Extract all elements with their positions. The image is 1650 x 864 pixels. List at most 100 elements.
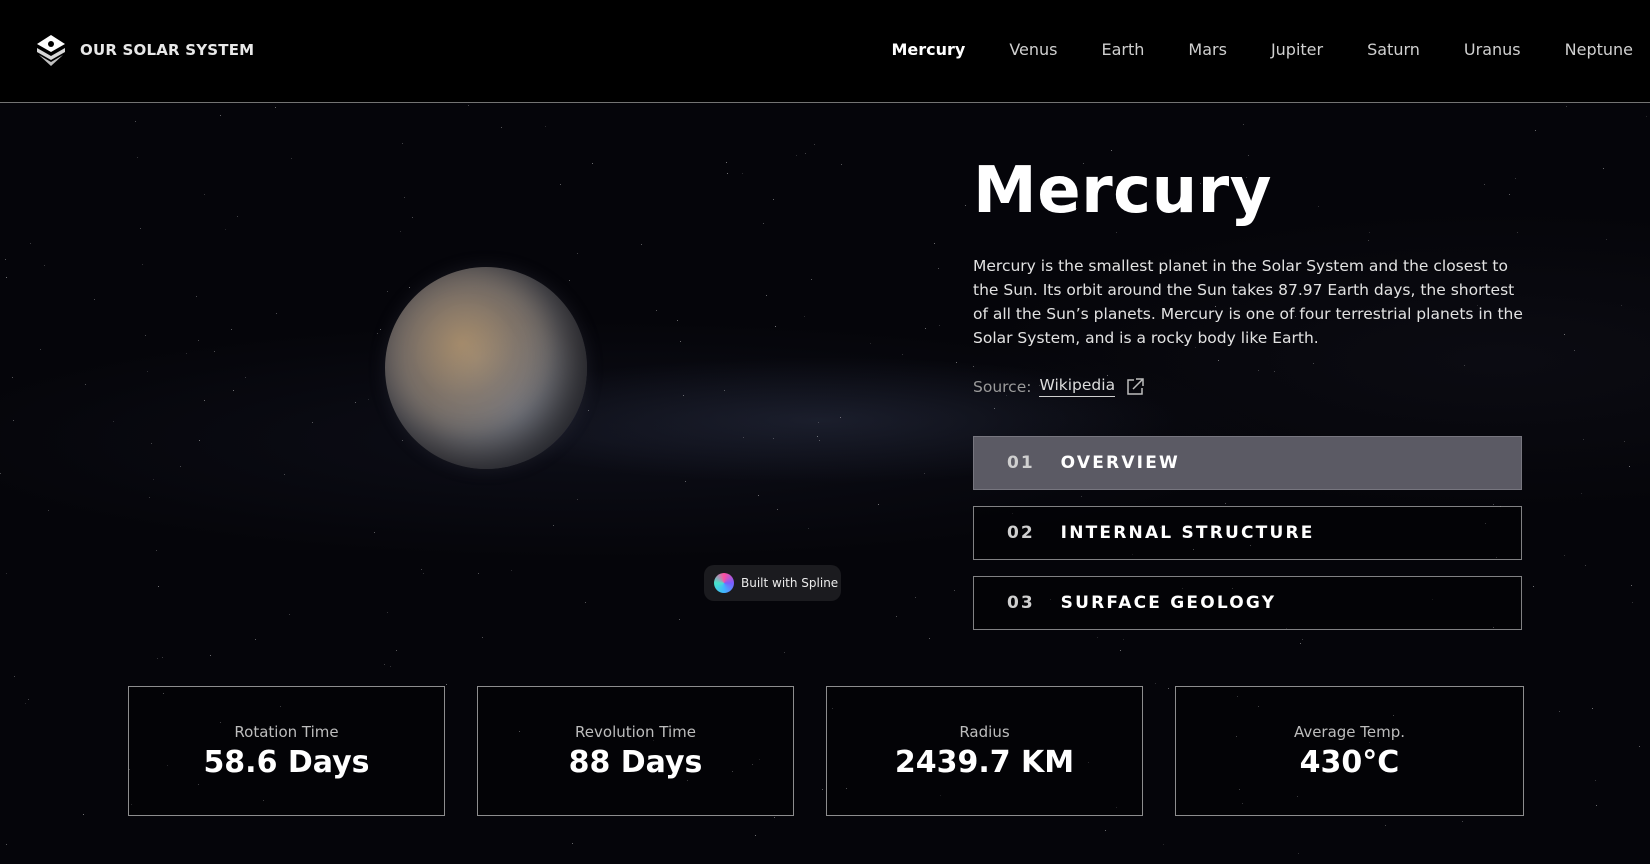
star xyxy=(6,572,8,574)
star xyxy=(404,197,406,199)
star xyxy=(1243,123,1245,125)
star xyxy=(477,572,479,574)
built-with-spline-badge[interactable]: Built with Spline xyxy=(704,565,841,601)
star xyxy=(742,436,744,438)
star xyxy=(150,442,152,444)
star xyxy=(576,498,578,500)
star xyxy=(82,814,84,816)
star xyxy=(379,328,381,330)
star xyxy=(203,193,205,195)
star xyxy=(113,421,115,423)
nav-item-neptune[interactable]: Neptune xyxy=(1565,40,1633,59)
star xyxy=(933,243,935,245)
logo[interactable]: OUR SOLAR SYSTEM xyxy=(34,33,254,67)
tab-surface-geology[interactable]: 03 SURFACE GEOLOGY xyxy=(973,576,1522,630)
nav-item-mercury[interactable]: Mercury xyxy=(891,40,965,59)
star xyxy=(1461,820,1463,822)
star xyxy=(161,657,163,659)
star xyxy=(1591,708,1593,710)
star xyxy=(386,290,388,292)
star xyxy=(501,127,503,129)
star xyxy=(13,675,15,677)
star xyxy=(1639,745,1641,747)
star xyxy=(1564,334,1566,336)
star xyxy=(818,439,820,441)
star xyxy=(568,279,570,281)
tab-number: 02 xyxy=(1007,523,1035,543)
star xyxy=(766,294,768,296)
planet-stats: Rotation Time 58.6 Days Revolution Time … xyxy=(128,686,1524,816)
star xyxy=(185,352,187,354)
nav-item-saturn[interactable]: Saturn xyxy=(1367,40,1420,59)
star xyxy=(1558,710,1560,712)
star xyxy=(510,569,512,571)
nav-item-mars[interactable]: Mars xyxy=(1188,40,1227,59)
star xyxy=(254,638,256,640)
star xyxy=(1624,441,1626,443)
star xyxy=(742,173,744,175)
star xyxy=(141,263,143,265)
star xyxy=(1105,830,1107,832)
star xyxy=(964,204,966,206)
star xyxy=(196,296,198,298)
star xyxy=(275,107,277,109)
nav-item-uranus[interactable]: Uranus xyxy=(1464,40,1521,59)
star xyxy=(5,276,7,278)
star xyxy=(1535,130,1537,132)
star xyxy=(43,265,45,267)
nav-item-earth[interactable]: Earth xyxy=(1102,40,1145,59)
page: OUR SOLAR SYSTEM Mercury Venus Earth Mar… xyxy=(0,0,1650,864)
star xyxy=(1163,844,1164,846)
star xyxy=(390,665,392,667)
source-link[interactable]: Wikipedia xyxy=(1039,376,1116,397)
tab-label: INTERNAL STRUCTURE xyxy=(1060,523,1315,543)
star xyxy=(818,421,820,423)
nav-item-venus[interactable]: Venus xyxy=(1009,40,1057,59)
star xyxy=(685,480,687,482)
star xyxy=(895,615,897,617)
star xyxy=(783,652,785,654)
planet-info: Mercury Mercury is the smallest planet i… xyxy=(973,150,1523,397)
star xyxy=(39,349,41,351)
star xyxy=(140,228,142,230)
star xyxy=(725,161,727,163)
star xyxy=(679,340,681,342)
tab-overview[interactable]: 01 OVERVIEW xyxy=(973,436,1522,490)
star xyxy=(11,376,13,378)
star xyxy=(225,229,227,231)
star xyxy=(577,252,579,254)
star xyxy=(402,439,404,441)
star xyxy=(682,394,684,396)
planet-nav: Mercury Venus Earth Mars Jupiter Saturn … xyxy=(847,40,1633,59)
star xyxy=(291,158,293,160)
tab-label: SURFACE GEOLOGY xyxy=(1060,593,1277,613)
stat-label: Average Temp. xyxy=(1293,723,1406,741)
star xyxy=(421,569,423,571)
star xyxy=(233,390,235,392)
external-link-icon[interactable] xyxy=(1125,377,1145,397)
star xyxy=(841,164,843,166)
star xyxy=(152,478,154,480)
star xyxy=(289,613,291,615)
star xyxy=(4,258,6,260)
star xyxy=(423,572,424,574)
star xyxy=(1621,304,1623,306)
star xyxy=(245,377,247,379)
star xyxy=(817,436,819,438)
stat-value: 88 Days xyxy=(568,745,703,780)
planet-3d-model[interactable] xyxy=(385,267,587,469)
star xyxy=(929,637,931,639)
star xyxy=(776,509,778,511)
star xyxy=(774,325,776,327)
star xyxy=(0,472,2,474)
stat-card-revolution: Revolution Time 88 Days xyxy=(477,686,794,816)
star xyxy=(283,474,285,476)
tab-number: 03 xyxy=(1007,593,1035,613)
star xyxy=(774,816,776,818)
spline-badge-text: Built with Spline xyxy=(741,576,839,590)
tab-internal-structure[interactable]: 02 INTERNAL STRUCTURE xyxy=(973,506,1522,560)
star xyxy=(925,328,927,330)
star xyxy=(1154,683,1156,685)
stat-value: 58.6 Days xyxy=(203,745,370,780)
nav-item-jupiter[interactable]: Jupiter xyxy=(1271,40,1323,59)
